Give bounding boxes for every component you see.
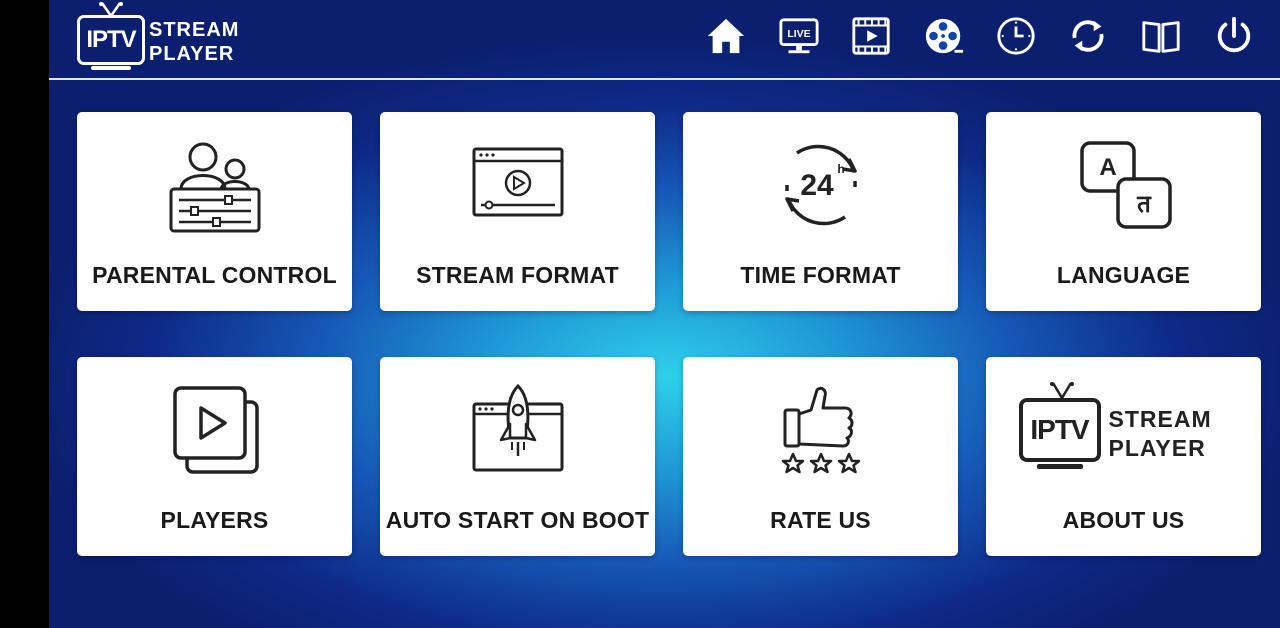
language-glyph-a: A (1099, 154, 1116, 181)
rate-us-tile[interactable]: RATE US (683, 357, 958, 556)
live-badge: LIVE (787, 28, 810, 40)
live-tv-icon[interactable]: LIVE (777, 14, 821, 58)
players-label: PLAYERS (160, 507, 269, 533)
time-format-tile[interactable]: 24 h TIME FORMAT (683, 112, 958, 311)
about-logo-badge: IPTV (1018, 398, 1101, 462)
logo-stand (91, 66, 131, 70)
time-format-label: TIME FORMAT (740, 262, 901, 288)
logo-line-1: STREAM (149, 19, 240, 41)
app-logo: IPTV STREAM PLAYER (73, 2, 263, 72)
players-icon (77, 371, 352, 489)
stream-format-tile[interactable]: STREAM FORMAT (380, 112, 655, 311)
refresh-icon[interactable] (1066, 14, 1110, 58)
auto-start-on-boot-label: AUTO START ON BOOT (385, 507, 650, 533)
about-logo-stand (1036, 464, 1083, 469)
about-logo-line-1: STREAM (1108, 406, 1212, 432)
settings-screen: IPTV STREAM PLAYER LIVE PARENTAL CONTROL… (49, 0, 1280, 628)
rocket-icon (380, 371, 655, 489)
movies-icon[interactable] (849, 14, 893, 58)
time-format-h-text: h (837, 162, 844, 176)
power-icon[interactable] (1212, 14, 1256, 58)
logo-line-2: PLAYER (149, 43, 235, 65)
rate-us-label: RATE US (770, 507, 871, 533)
auto-start-on-boot-tile[interactable]: AUTO START ON BOOT (380, 357, 655, 556)
time-format-icon: 24 h (683, 126, 958, 244)
parental-control-icon (77, 126, 352, 244)
stream-format-icon (380, 126, 655, 244)
stream-format-label: STREAM FORMAT (416, 262, 619, 288)
parental-control-label: PARENTAL CONTROL (92, 262, 337, 288)
language-tile[interactable]: A त LANGUAGE (986, 112, 1261, 311)
language-label: LANGUAGE (1056, 262, 1191, 288)
top-bar: IPTV STREAM PLAYER LIVE (49, 0, 1280, 78)
parental-control-tile[interactable]: PARENTAL CONTROL (77, 112, 352, 311)
clock-icon[interactable] (994, 14, 1038, 58)
film-reel-icon[interactable] (922, 14, 966, 58)
time-format-24-text: 24 (800, 169, 834, 202)
language-icon: A त (986, 126, 1261, 244)
logo-badge: IPTV (77, 15, 145, 65)
about-us-tile[interactable]: IPTV STREAM PLAYER ABOUT US (986, 357, 1261, 556)
book-icon[interactable] (1139, 14, 1183, 58)
app-logo-icon: IPTV STREAM PLAYER (986, 371, 1261, 489)
thumbs-up-icon (683, 371, 958, 489)
about-us-label: ABOUT US (1062, 507, 1185, 533)
language-glyph-b: त (1136, 190, 1152, 218)
home-icon[interactable] (704, 14, 748, 58)
header-divider (49, 78, 1280, 80)
about-logo-line-2: PLAYER (1108, 435, 1206, 461)
players-tile[interactable]: PLAYERS (77, 357, 352, 556)
